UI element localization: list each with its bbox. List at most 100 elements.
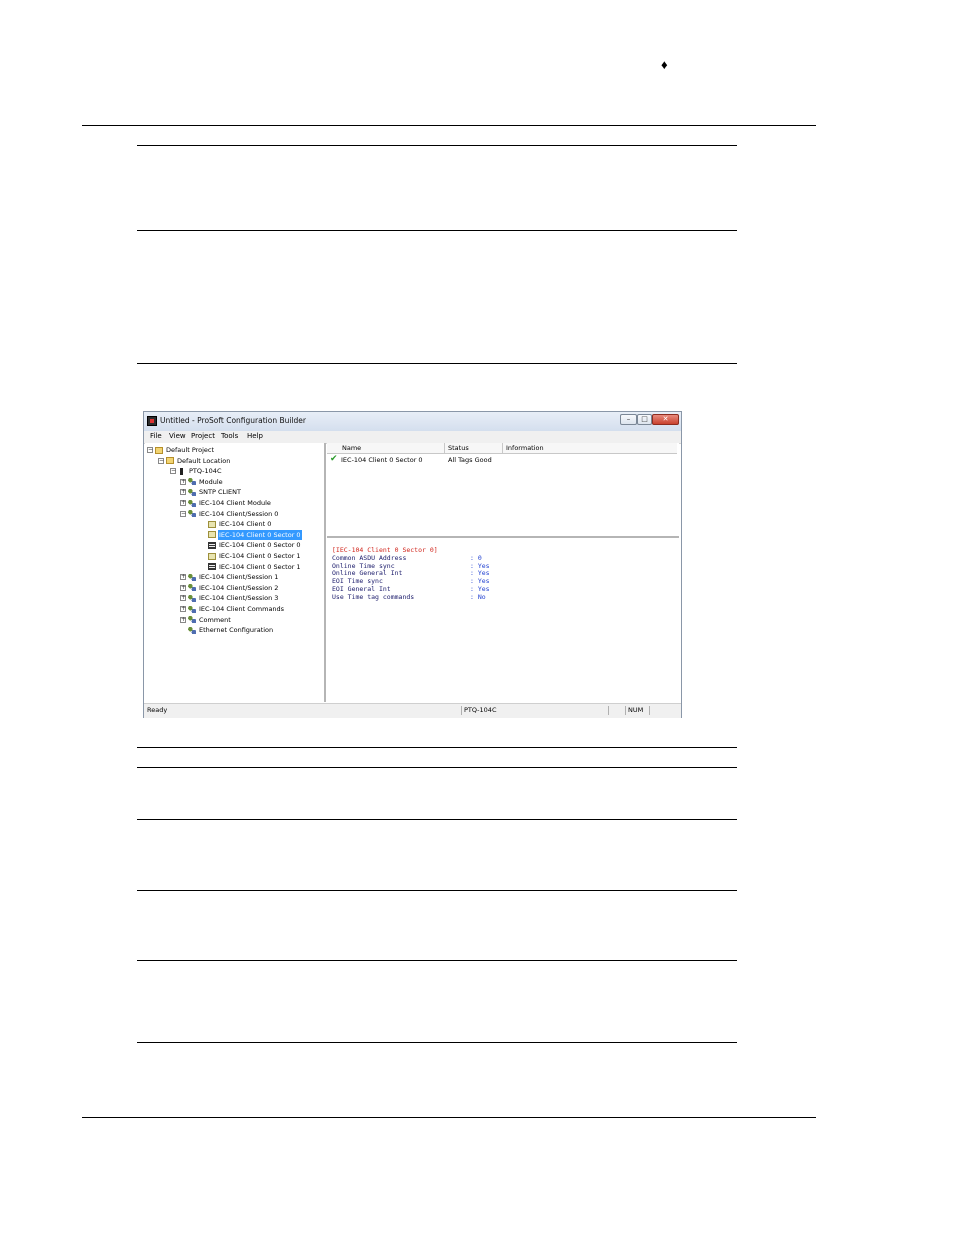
table-rule (137, 363, 737, 364)
grid-icon (208, 541, 216, 549)
network-icon (188, 605, 196, 613)
tree-node[interactable]: IEC-104 Client 0 Sector 0 (200, 529, 302, 540)
tree-node-label: SNTP CLIENT (199, 488, 241, 497)
collapse-icon[interactable]: − (180, 510, 186, 517)
table-rule (137, 145, 737, 146)
tree-node[interactable]: + IEC-104 Client/Session 2 (180, 583, 279, 593)
project-tree: − Default Project − Default Location − PTQ-10… (145, 443, 326, 702)
network-icon (188, 616, 196, 624)
tree-node-label: IEC-104 Client 0 Sector 0 (219, 541, 301, 550)
column-status[interactable]: Status (445, 443, 503, 453)
table-rule (137, 960, 737, 961)
collapse-icon[interactable]: − (147, 447, 153, 453)
menu-help[interactable]: Help (247, 432, 263, 440)
title-bar: Untitled - ProSoft Configuration Builder… (144, 412, 681, 432)
app-window-screenshot: Untitled - ProSoft Configuration Builder… (143, 411, 682, 718)
document-icon (208, 552, 216, 560)
expand-icon[interactable]: + (180, 606, 186, 612)
table-rule (137, 819, 737, 820)
tree-node[interactable]: IEC-104 Client 0 Sector 1 (200, 562, 302, 572)
column-name[interactable]: Name (339, 443, 445, 453)
status-list: Name Status Information ✔ IEC-104 Client… (327, 443, 679, 538)
maximize-button[interactable]: □ (637, 414, 652, 425)
collapse-icon[interactable]: − (170, 468, 176, 475)
expand-icon[interactable]: + (180, 478, 186, 485)
tree-node[interactable]: IEC-104 Client 0 (200, 519, 272, 529)
tree-node-label: Default Location (177, 456, 231, 465)
tree-node[interactable]: + Module (180, 477, 224, 487)
table-rule (137, 890, 737, 891)
tree-node-label: IEC-104 Client/Session 0 (199, 509, 279, 518)
detail-pane: [IEC-104 Client 0 Sector 0] Common ASDU … (327, 536, 679, 702)
menu-project[interactable]: Project (191, 432, 215, 440)
table-rule (137, 767, 737, 768)
expand-icon[interactable]: + (180, 584, 186, 591)
detail-key: Use Time tag commands (332, 592, 415, 601)
tree-node[interactable]: + IEC-104 Client/Session 1 (180, 572, 279, 582)
table-rule (137, 1042, 737, 1043)
menu-tools[interactable]: Tools (221, 432, 238, 440)
menu-file[interactable]: File (150, 432, 162, 440)
expand-icon[interactable]: + (180, 595, 186, 602)
tree-node[interactable]: + SNTP CLIENT (180, 487, 242, 497)
tree-node[interactable]: + IEC-104 Client Commands (180, 604, 285, 614)
network-icon (188, 584, 196, 592)
header-diamond: ♦ (661, 57, 668, 72)
tree-node[interactable]: + Comment (180, 615, 232, 625)
footer-rule (82, 1117, 816, 1118)
tree-node[interactable]: + IEC-104 Client Module (180, 498, 272, 508)
tree-node-label: IEC-104 Client Commands (199, 605, 285, 613)
menu-view[interactable]: View (169, 432, 186, 440)
status-ready: Ready (147, 706, 168, 714)
network-icon (188, 478, 196, 486)
tree-node[interactable]: − Default Project (147, 445, 215, 455)
tree-node-label: IEC-104 Client 0 (219, 520, 272, 529)
tree-node[interactable]: − IEC-104 Client/Session 0 (180, 509, 279, 519)
status-separator (608, 706, 609, 715)
tree-node[interactable]: Ethernet Configuration (180, 625, 274, 635)
tree-node[interactable]: + IEC-104 Client/Session 3 (180, 593, 279, 603)
tree-node-label: IEC-104 Client Module (199, 499, 271, 507)
tree-node-label: Comment (199, 615, 231, 624)
network-icon (188, 499, 196, 507)
tree-node-label: IEC-104 Client/Session 2 (199, 583, 279, 592)
expand-icon[interactable]: + (180, 616, 186, 623)
tree-node-label: IEC-104 Client 0 Sector 1 (219, 552, 301, 560)
tree-node-label: Default Project (166, 446, 215, 454)
tree-node-label: IEC-104 Client 0 Sector 0 (218, 529, 302, 540)
status-separator (461, 706, 462, 715)
tree-node-label: IEC-104 Client/Session 1 (199, 573, 279, 582)
expand-icon[interactable]: + (180, 500, 186, 506)
status-separator (649, 706, 650, 715)
tree-node[interactable]: − PTQ-104C (170, 466, 222, 476)
status-separator (625, 706, 626, 715)
expand-icon[interactable]: + (180, 489, 186, 496)
expand-icon[interactable]: + (180, 574, 186, 581)
minimize-button[interactable]: – (620, 414, 637, 425)
tree-node-label: IEC-104 Client 0 Sector 1 (219, 562, 301, 571)
check-icon: ✔ (330, 454, 338, 464)
folder-icon (166, 457, 174, 465)
tree-node-label: Ethernet Configuration (199, 626, 274, 635)
tree-node-label: IEC-104 Client/Session 3 (199, 594, 279, 603)
close-button[interactable]: ✕ (652, 414, 679, 425)
tree-node[interactable]: − Default Location (158, 456, 231, 466)
window-title: Untitled - ProSoft Configuration Builder (160, 416, 306, 425)
collapse-icon[interactable]: − (158, 457, 164, 464)
tree-node-label: Module (199, 477, 223, 486)
grid-icon (208, 563, 216, 571)
document-icon (208, 520, 216, 528)
detail-value: : No (470, 592, 486, 601)
app-icon (147, 416, 157, 426)
column-information[interactable]: Information (503, 443, 677, 453)
tree-node[interactable]: IEC-104 Client 0 Sector 0 (200, 540, 302, 550)
network-icon (188, 594, 196, 602)
row-name[interactable]: IEC-104 Client 0 Sector 0 (341, 455, 423, 465)
network-icon (188, 573, 196, 581)
folder-icon (155, 446, 163, 454)
status-num: NUM (628, 706, 644, 714)
tree-node[interactable]: IEC-104 Client 0 Sector 1 (200, 551, 302, 561)
